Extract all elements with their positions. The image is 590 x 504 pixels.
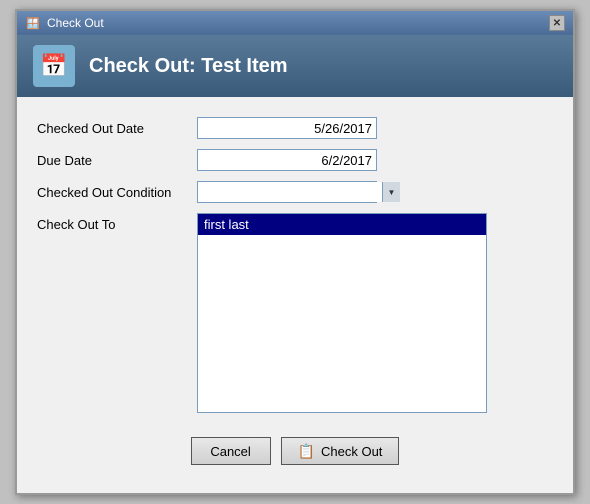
due-date-label: Due Date (37, 153, 197, 168)
button-row: Cancel 📋 Check Out (37, 429, 553, 477)
dialog-title: Check Out: Test Item (89, 55, 288, 78)
check-out-to-label: Check Out To (37, 213, 197, 232)
calendar-icon: 📅 (40, 53, 67, 79)
dropdown-arrow-icon[interactable]: ▼ (382, 182, 400, 202)
checkout-label: Check Out (321, 444, 382, 459)
cancel-label: Cancel (210, 444, 250, 459)
close-button[interactable]: ✕ (549, 15, 565, 31)
checked-out-condition-row: Checked Out Condition ▼ (37, 181, 553, 203)
checked-out-condition-dropdown[interactable]: ▼ (197, 181, 377, 203)
title-bar-left: 🪟 Check Out (25, 15, 104, 31)
checkout-icon: 📋 (298, 443, 315, 460)
header-icon: 📅 (33, 45, 75, 87)
title-bar: 🪟 Check Out ✕ (17, 11, 573, 35)
due-date-input[interactable] (197, 149, 377, 171)
check-out-to-row: Check Out To first last (37, 213, 553, 413)
checked-out-date-label: Checked Out Date (37, 121, 197, 136)
checked-out-date-row: Checked Out Date (37, 117, 553, 139)
checkout-button[interactable]: 📋 Check Out (281, 437, 400, 465)
window-title: Check Out (47, 16, 104, 30)
check-out-to-list[interactable]: first last (197, 213, 487, 413)
list-item-selected[interactable]: first last (198, 214, 486, 235)
checked-out-condition-input[interactable] (198, 182, 382, 202)
cancel-button[interactable]: Cancel (191, 437, 271, 465)
checked-out-date-input[interactable] (197, 117, 377, 139)
form-body: Checked Out Date Due Date Checked Out Co… (17, 97, 573, 493)
window-icon: 🪟 (25, 15, 41, 31)
dialog-header: 📅 Check Out: Test Item (17, 35, 573, 97)
checked-out-condition-label: Checked Out Condition (37, 185, 197, 200)
due-date-row: Due Date (37, 149, 553, 171)
check-out-window: 🪟 Check Out ✕ 📅 Check Out: Test Item Che… (15, 9, 575, 495)
